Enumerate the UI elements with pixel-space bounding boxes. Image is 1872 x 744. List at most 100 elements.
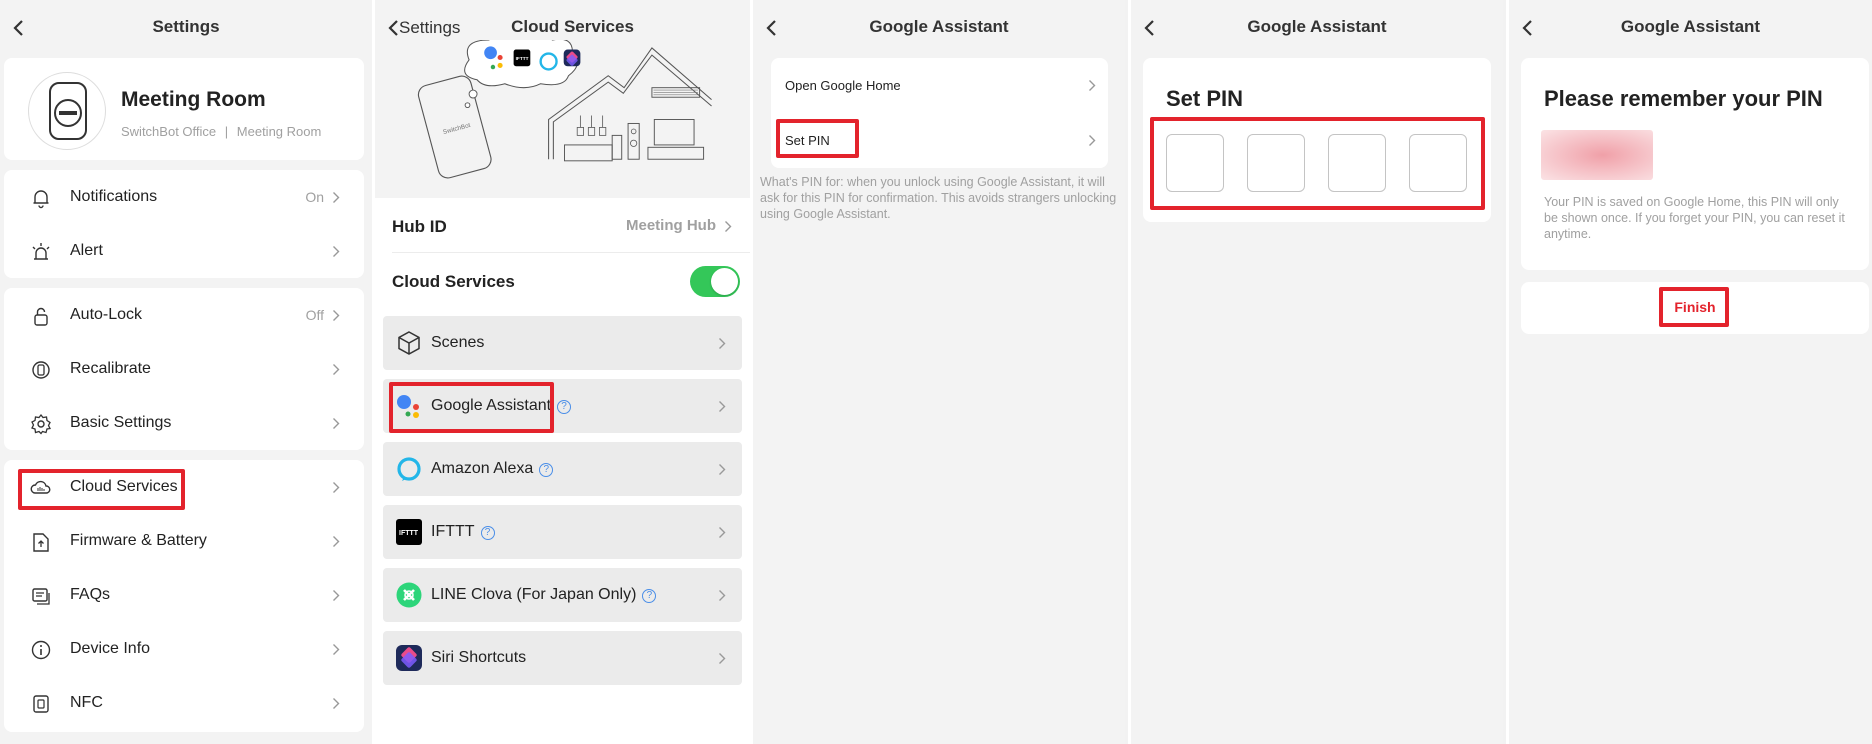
help-icon[interactable]: ? [539, 463, 554, 477]
chevron-right-icon [1088, 79, 1096, 92]
info-icon [30, 639, 52, 661]
hero-ifttt-text: IFTTT [516, 56, 529, 62]
hub-card: Hub ID Meeting Hub Cloud Services [375, 198, 750, 310]
device-room: Meeting Room [236, 124, 322, 139]
chevron-right-icon [332, 363, 340, 376]
device-location: SwitchBot Office | Meeting Room [121, 124, 321, 139]
open-google-home-item[interactable]: Open Google Home [771, 58, 1108, 113]
item-label: Notifications [70, 188, 158, 205]
chevron-right-icon [332, 643, 340, 656]
chevron-right-icon [718, 652, 726, 665]
nfc-icon [30, 693, 52, 715]
service-item-line-clova[interactable]: LINE Clova (For Japan Only)? [383, 568, 742, 622]
service-label-text: IFTTT [431, 523, 475, 540]
alarm-light-icon [30, 241, 52, 263]
service-label: LINE Clova (For Japan Only)? [431, 586, 657, 604]
hub-id-label: Hub ID [392, 217, 447, 236]
item-label: Alert [70, 242, 103, 259]
chevron-right-icon [718, 526, 726, 539]
settings-item-basic-settings[interactable]: Basic Settings [4, 396, 364, 450]
cloud-services-toggle[interactable] [690, 266, 740, 297]
device-home: SwitchBot Office [121, 124, 217, 139]
page-title: Cloud Services [511, 17, 634, 36]
page-title: Google Assistant [869, 17, 1009, 36]
highlight-google-assistant [389, 382, 554, 433]
highlight-finish [1659, 287, 1729, 327]
set-pin-panel: Google Assistant Set PIN [1131, 0, 1503, 744]
chevron-right-icon [332, 697, 340, 710]
page-title: Google Assistant [1620, 17, 1761, 36]
cloud-services-illustration: SwitchBot IFTTT [417, 40, 712, 179]
device-name: Meeting Room [121, 88, 266, 111]
cloud-services-panel: SwitchBot IFTTT Settings Cloud Services … [375, 0, 750, 744]
settings-item-recalibrate[interactable]: Recalibrate [4, 342, 364, 396]
remember-pin-heading: Please remember your PIN [1544, 86, 1823, 111]
lock-settings-group: Auto-Lock Off Recalibrate Basic Settings [4, 288, 364, 450]
remember-pin-card: Please remember your PIN Your PIN is sav… [1521, 58, 1869, 270]
item-label: Device Info [70, 640, 151, 657]
pin-explanation: What's PIN for: when you unlock using Go… [760, 175, 1117, 221]
divider [392, 252, 750, 253]
set-pin-heading: Set PIN [1166, 86, 1244, 111]
alexa-icon [396, 456, 422, 482]
service-label-text: Amazon Alexa [431, 460, 534, 477]
highlight-cloud-services [18, 469, 185, 510]
settings-panel: Settings Meeting Room SwitchBot Office |… [0, 0, 372, 744]
pin-redacted [1541, 130, 1653, 180]
faq-icon [30, 585, 52, 607]
google-assistant-panel: Google Assistant Open Google Home Set PI… [753, 0, 1125, 744]
recalibrate-icon [30, 359, 52, 381]
chevron-right-icon [332, 481, 340, 494]
service-item-ifttt[interactable]: IFTTT IFTTT? [383, 505, 742, 559]
help-icon[interactable]: ? [642, 589, 657, 603]
item-label: FAQs [70, 586, 111, 603]
lock-device-icon [49, 82, 87, 140]
highlight-set-pin [776, 119, 859, 158]
device-card[interactable]: Meeting Room SwitchBot Office | Meeting … [4, 58, 364, 160]
settings-item-notifications[interactable]: Notifications On [4, 170, 364, 224]
highlight-pin-input [1150, 117, 1485, 210]
ifttt-icon-text: IFTTT [399, 530, 419, 537]
toggle-knob [711, 268, 738, 295]
navbar: Settings [0, 0, 372, 56]
location-separator: | [224, 124, 229, 139]
hub-id-value[interactable]: Meeting Hub [626, 217, 716, 234]
service-label: Siri Shortcuts [431, 649, 527, 666]
item-label: Open Google Home [785, 78, 901, 93]
chevron-right-icon [724, 220, 732, 233]
navbar: Google Assistant [753, 0, 1125, 56]
item-label: Firmware & Battery [70, 532, 207, 549]
chevron-right-icon [332, 245, 340, 258]
help-icon[interactable]: ? [480, 526, 495, 540]
service-item-siri-shortcuts[interactable]: Siri Shortcuts [383, 631, 742, 685]
item-label: NFC [70, 694, 103, 711]
service-item-amazon-alexa[interactable]: Amazon Alexa? [383, 442, 742, 496]
chevron-right-icon [718, 400, 726, 413]
settings-item-nfc[interactable]: NFC [4, 676, 364, 730]
service-label-text: LINE Clova (For Japan Only) [431, 586, 637, 603]
notifications-group: Notifications On Alert [4, 170, 364, 278]
navbar: Google Assistant [1131, 0, 1503, 56]
chevron-right-icon [332, 535, 340, 548]
navbar: Google Assistant [1509, 0, 1872, 56]
settings-item-device-info[interactable]: Device Info [4, 622, 364, 676]
chevron-right-icon [718, 463, 726, 476]
chevron-right-icon [1088, 134, 1096, 147]
siri-shortcuts-icon [396, 645, 422, 671]
settings-item-alert[interactable]: Alert [4, 224, 364, 278]
help-icon[interactable]: ? [557, 400, 572, 414]
device-avatar [28, 72, 106, 150]
chevron-right-icon [332, 191, 340, 204]
firmware-icon [30, 531, 52, 553]
pin-note: Your PIN is saved on Google Home, this P… [1544, 195, 1845, 241]
settings-item-firmware-battery[interactable]: Firmware & Battery [4, 514, 364, 568]
service-item-scenes[interactable]: Scenes [383, 316, 742, 370]
ifttt-icon: IFTTT [396, 519, 422, 545]
gear-icon [30, 413, 52, 435]
item-label: Auto-Lock [70, 306, 143, 323]
item-label: Basic Settings [70, 414, 172, 431]
navbar: Settings Cloud Services [375, 0, 750, 40]
settings-item-auto-lock[interactable]: Auto-Lock Off [4, 288, 364, 342]
settings-item-faqs[interactable]: FAQs [4, 568, 364, 622]
line-clova-icon [396, 582, 422, 608]
